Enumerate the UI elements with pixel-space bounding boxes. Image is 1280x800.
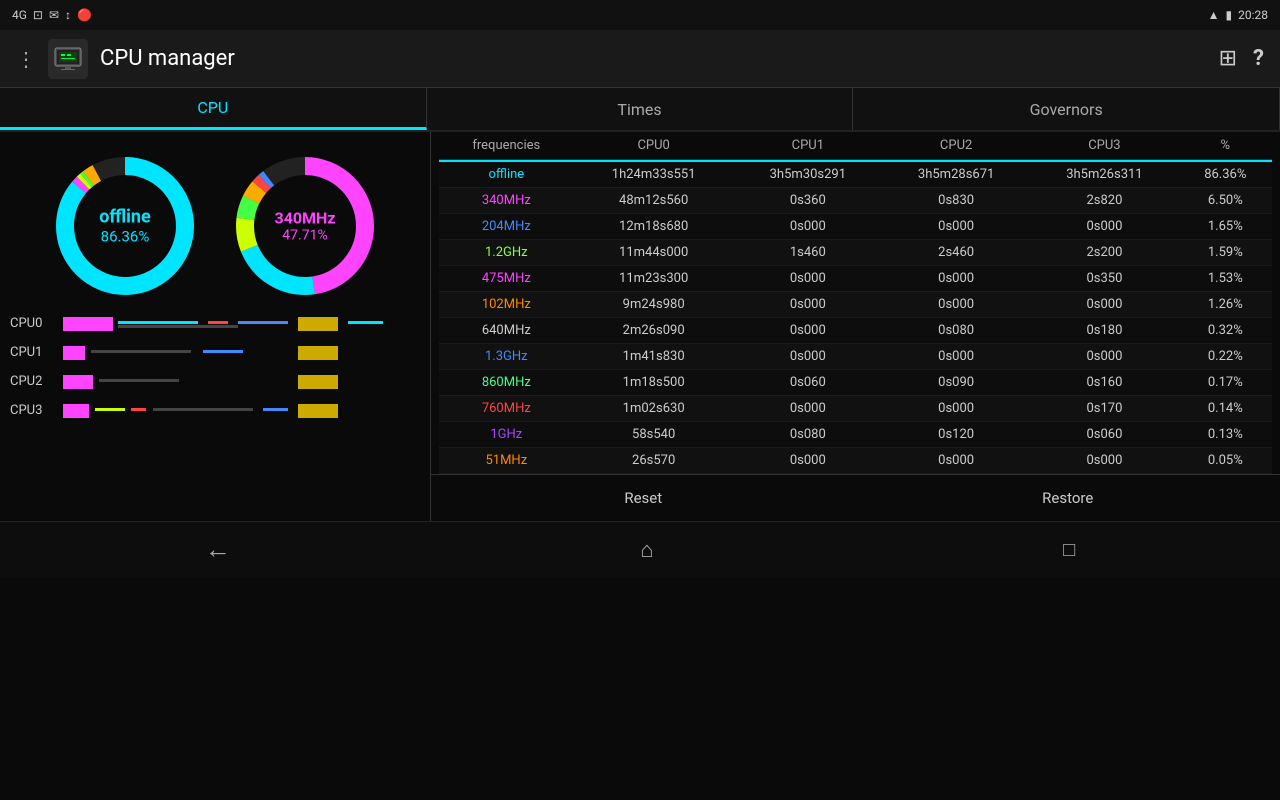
help-icon[interactable]: ?: [1253, 46, 1264, 71]
col-header-cpu1: CPU1: [734, 132, 882, 160]
donut-offline-label: offline 86.36%: [99, 207, 150, 246]
tab-times[interactable]: Times: [427, 88, 854, 130]
tab-cpu[interactable]: CPU: [0, 88, 427, 130]
table-row: 340MHz 48m12s560 0s360 0s830 2s820 6.50%: [439, 188, 1272, 214]
table-row: 204MHz 12m18s680 0s000 0s000 0s000 1.65%: [439, 214, 1272, 240]
battery-icon: ▮: [1226, 8, 1233, 22]
table-buttons: Reset Restore: [431, 474, 1280, 521]
main-content: offline 86.36%: [0, 132, 1280, 521]
cpu0-label: CPU0: [10, 316, 55, 331]
tab-bar: CPU Times Governors: [0, 88, 1280, 132]
col-header-cpu0: CPU0: [574, 132, 734, 160]
donut-freq: 340MHz 47.71%: [225, 146, 385, 306]
cpu2-track: [63, 375, 420, 389]
status-left-icons: 4G ⊡ ✉ ↕ 🔴: [12, 8, 92, 22]
clock: 20:28: [1238, 8, 1268, 22]
nav-bar: ← ⌂ □: [0, 521, 1280, 577]
wifi-icon: ▲: [1208, 8, 1220, 22]
table-row: offline 1h24m33s551 3h5m30s291 3h5m28s67…: [439, 162, 1272, 188]
recents-button[interactable]: □: [1063, 537, 1075, 562]
table-header-row: frequencies CPU0 CPU1 CPU2 CPU3 %: [439, 132, 1272, 160]
table-row: 1.3GHz 1m41s830 0s000 0s000 0s000 0.22%: [439, 344, 1272, 370]
status-right-icons: ▲ ▮ 20:28: [1208, 8, 1268, 22]
col-header-cpu2: CPU2: [882, 132, 1030, 160]
table-row: 760MHz 1m02s630 0s000 0s000 0s170 0.14%: [439, 396, 1272, 422]
settings-icon[interactable]: ⊞: [1219, 46, 1237, 71]
status-bar: 4G ⊡ ✉ ↕ 🔴 ▲ ▮ 20:28: [0, 0, 1280, 30]
app-title: CPU manager: [100, 46, 1219, 71]
home-button[interactable]: ⌂: [640, 537, 653, 563]
table-row: 51MHz 26s570 0s000 0s000 0s000 0.05%: [439, 448, 1272, 474]
left-panel: offline 86.36%: [0, 132, 430, 521]
right-panel: frequencies CPU0 CPU1 CPU2 CPU3 % offlin…: [430, 132, 1280, 521]
cpu-bar-row-1: CPU1: [10, 345, 420, 360]
cpu1-label: CPU1: [10, 345, 55, 360]
signal-icon: 4G: [12, 8, 27, 22]
back-button[interactable]: ←: [205, 534, 231, 565]
cpu0-track: [63, 317, 420, 331]
freq-table-area: frequencies CPU0 CPU1 CPU2 CPU3 % offlin…: [431, 132, 1280, 474]
donut-offline: offline 86.36%: [45, 146, 205, 306]
table-row: 640MHz 2m26s090 0s000 0s080 0s180 0.32%: [439, 318, 1272, 344]
col-header-cpu3: CPU3: [1030, 132, 1178, 160]
cpu-bar-row-0: CPU0: [10, 316, 420, 331]
table-row: 1.2GHz 11m44s000 1s460 2s460 2s200 1.59%: [439, 240, 1272, 266]
record-icon: 🔴: [77, 8, 92, 22]
cpu3-track: [63, 404, 420, 418]
table-row: 102MHz 9m24s980 0s000 0s000 0s000 1.26%: [439, 292, 1272, 318]
reset-button[interactable]: Reset: [431, 483, 856, 513]
donut-freq-label: 340MHz 47.71%: [275, 209, 336, 244]
tab-governors[interactable]: Governors: [853, 88, 1280, 130]
app-bar-actions: ⊞ ?: [1219, 46, 1264, 71]
cpu-bars: CPU0 CPU1: [10, 316, 420, 432]
app-icon: [48, 39, 88, 79]
table-row: 1GHz 58s540 0s080 0s120 0s060 0.13%: [439, 422, 1272, 448]
table-row: 475MHz 11m23s300 0s000 0s000 0s350 1.53%: [439, 266, 1272, 292]
col-header-freq: frequencies: [439, 132, 574, 160]
cpu-bar-row-2: CPU2: [10, 374, 420, 389]
app-bar: ⋮ CPU manager ⊞ ?: [0, 30, 1280, 88]
sync-icon: ↕: [65, 8, 71, 22]
table-row: 860MHz 1m18s500 0s060 0s090 0s160 0.17%: [439, 370, 1272, 396]
col-header-pct: %: [1179, 132, 1272, 160]
cpu2-label: CPU2: [10, 374, 55, 389]
freq-table: frequencies CPU0 CPU1 CPU2 CPU3 % offlin…: [439, 132, 1272, 474]
screenshot-icon: ⊡: [33, 8, 43, 22]
restore-button[interactable]: Restore: [856, 483, 1280, 513]
menu-button[interactable]: ⋮: [16, 47, 36, 71]
cpu-bar-row-3: CPU3: [10, 403, 420, 418]
cpu1-track: [63, 346, 420, 360]
email-icon: ✉: [49, 8, 59, 22]
cpu3-label: CPU3: [10, 403, 55, 418]
